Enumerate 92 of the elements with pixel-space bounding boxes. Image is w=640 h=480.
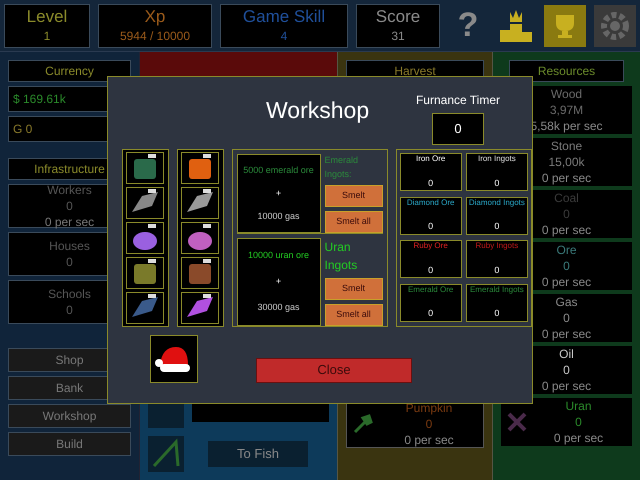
inventory-name: Diamond Ore: [406, 198, 454, 208]
resource-value: 0: [563, 258, 570, 274]
stat-label: Workers: [47, 182, 92, 198]
close-button[interactable]: Close: [256, 358, 412, 382]
inventory-value: 0: [494, 307, 500, 320]
stat-label: Xp: [144, 6, 166, 26]
plus-sign: +: [276, 275, 282, 288]
resource-value: 15,00k: [548, 154, 585, 170]
resource-name: Coal: [554, 190, 579, 206]
stat-label: Score: [376, 6, 420, 26]
inventory-name: Ruby Ingots: [476, 241, 518, 251]
hat-slot[interactable]: [150, 335, 198, 383]
help-button[interactable]: ?: [448, 0, 488, 51]
gas-cost: 10000 gas: [258, 210, 300, 223]
fish-button[interactable]: To Fish: [208, 441, 308, 467]
inventory-value: 0: [428, 264, 434, 276]
inventory-value: 0: [428, 220, 434, 233]
stat-label: Game Skill: [242, 6, 326, 26]
recipe-output: Emerald Ingots:: [324, 154, 360, 181]
stat-value: 0: [66, 198, 73, 214]
inventory-name: Diamond Ingots: [468, 198, 525, 208]
stat-label: Level: [26, 6, 68, 26]
gas-cost: 30000 gas: [258, 301, 300, 314]
stat-value: 5944 / 10000: [120, 28, 190, 44]
inventory-name: Iron Ingots: [478, 154, 516, 164]
inventory-name: Emerald Ingots: [470, 284, 524, 294]
inventory-name: Emerald Ore: [408, 284, 454, 294]
panel-title: Resources: [538, 63, 596, 80]
timer-field: 0: [432, 113, 484, 145]
inventory-value: 0: [494, 264, 500, 276]
item-slot[interactable]: [126, 187, 164, 219]
item-slot[interactable]: [126, 292, 164, 324]
timer-label: Furnance Timer: [416, 92, 500, 109]
stat-label: Schools: [48, 286, 91, 302]
stat-value: 0: [66, 302, 73, 318]
inventory-name: Iron Ore: [416, 154, 446, 164]
ore-cost: 10000 uran ore: [248, 249, 310, 262]
smelt-button[interactable]: Smelt: [324, 278, 383, 300]
panel-title: Infrastructure: [34, 161, 105, 178]
resource-value: 0: [563, 206, 570, 222]
item-slot[interactable]: [181, 292, 220, 324]
rate-label: 0 per sec: [542, 170, 592, 186]
nav-button[interactable]: Workshop: [8, 404, 131, 428]
settings-icon: [599, 10, 631, 42]
stat-label: Houses: [49, 238, 90, 254]
stat-value: 0: [66, 254, 73, 270]
resource-value: 3,97M: [550, 102, 584, 118]
item-slot[interactable]: [181, 187, 220, 219]
resource-name: Wood: [550, 86, 582, 102]
nav-button[interactable]: Build: [8, 432, 131, 456]
item-slot[interactable]: [126, 152, 164, 184]
stat-value: 31: [391, 28, 405, 44]
item-slot[interactable]: [181, 152, 220, 184]
item-slot[interactable]: [126, 222, 164, 254]
smelt-button[interactable]: Smelt all: [324, 304, 383, 326]
panel-title: Currency: [45, 63, 94, 80]
resource-name: Stone: [550, 138, 582, 154]
rate-label: 0 per sec: [542, 222, 592, 238]
panel-title: Harvest: [394, 63, 436, 80]
resource-value: 0: [563, 310, 570, 326]
rate-label: 0 per sec: [554, 430, 604, 446]
resource-name: Uran: [565, 398, 592, 414]
rate-label: 0 per sec: [542, 326, 592, 342]
recipe-output: Uran Ingots: [324, 239, 358, 274]
resource-name: Oil: [559, 346, 574, 362]
crop-value: 0: [426, 416, 432, 432]
resource-value: 0: [575, 414, 582, 430]
item-slot[interactable]: [126, 257, 164, 289]
dialog-title: Workshop: [266, 96, 370, 125]
stat-value: 1: [44, 28, 50, 44]
rate-label: 0 per sec: [404, 432, 454, 448]
rate-label: 0 per sec: [44, 214, 94, 230]
smelt-button[interactable]: Smelt: [324, 185, 383, 207]
smelt-button[interactable]: Smelt all: [324, 211, 383, 233]
stat-value: 4: [280, 28, 288, 44]
inventory-value: 0: [494, 176, 500, 190]
fishing-rod-icon: [148, 436, 184, 472]
resource-value: 0: [563, 362, 570, 378]
shovel-icon: [351, 412, 375, 436]
inventory-value: 0: [494, 220, 500, 233]
resource-name: Ore: [556, 242, 576, 258]
inventory-name: Ruby Ore: [414, 241, 448, 251]
item-slot[interactable]: [181, 257, 220, 289]
rate-label: 0 per sec: [542, 378, 592, 394]
ore-cost: 5000 emerald ore: [243, 164, 314, 177]
inventory-value: 0: [428, 307, 434, 320]
resource-name: Gas: [555, 294, 578, 310]
plus-sign: +: [276, 186, 282, 200]
item-slot[interactable]: [181, 222, 220, 254]
inventory-value: 0: [428, 176, 434, 190]
rate-label: 0 per sec: [542, 274, 592, 290]
crop-name: Pumpkin: [406, 400, 452, 416]
